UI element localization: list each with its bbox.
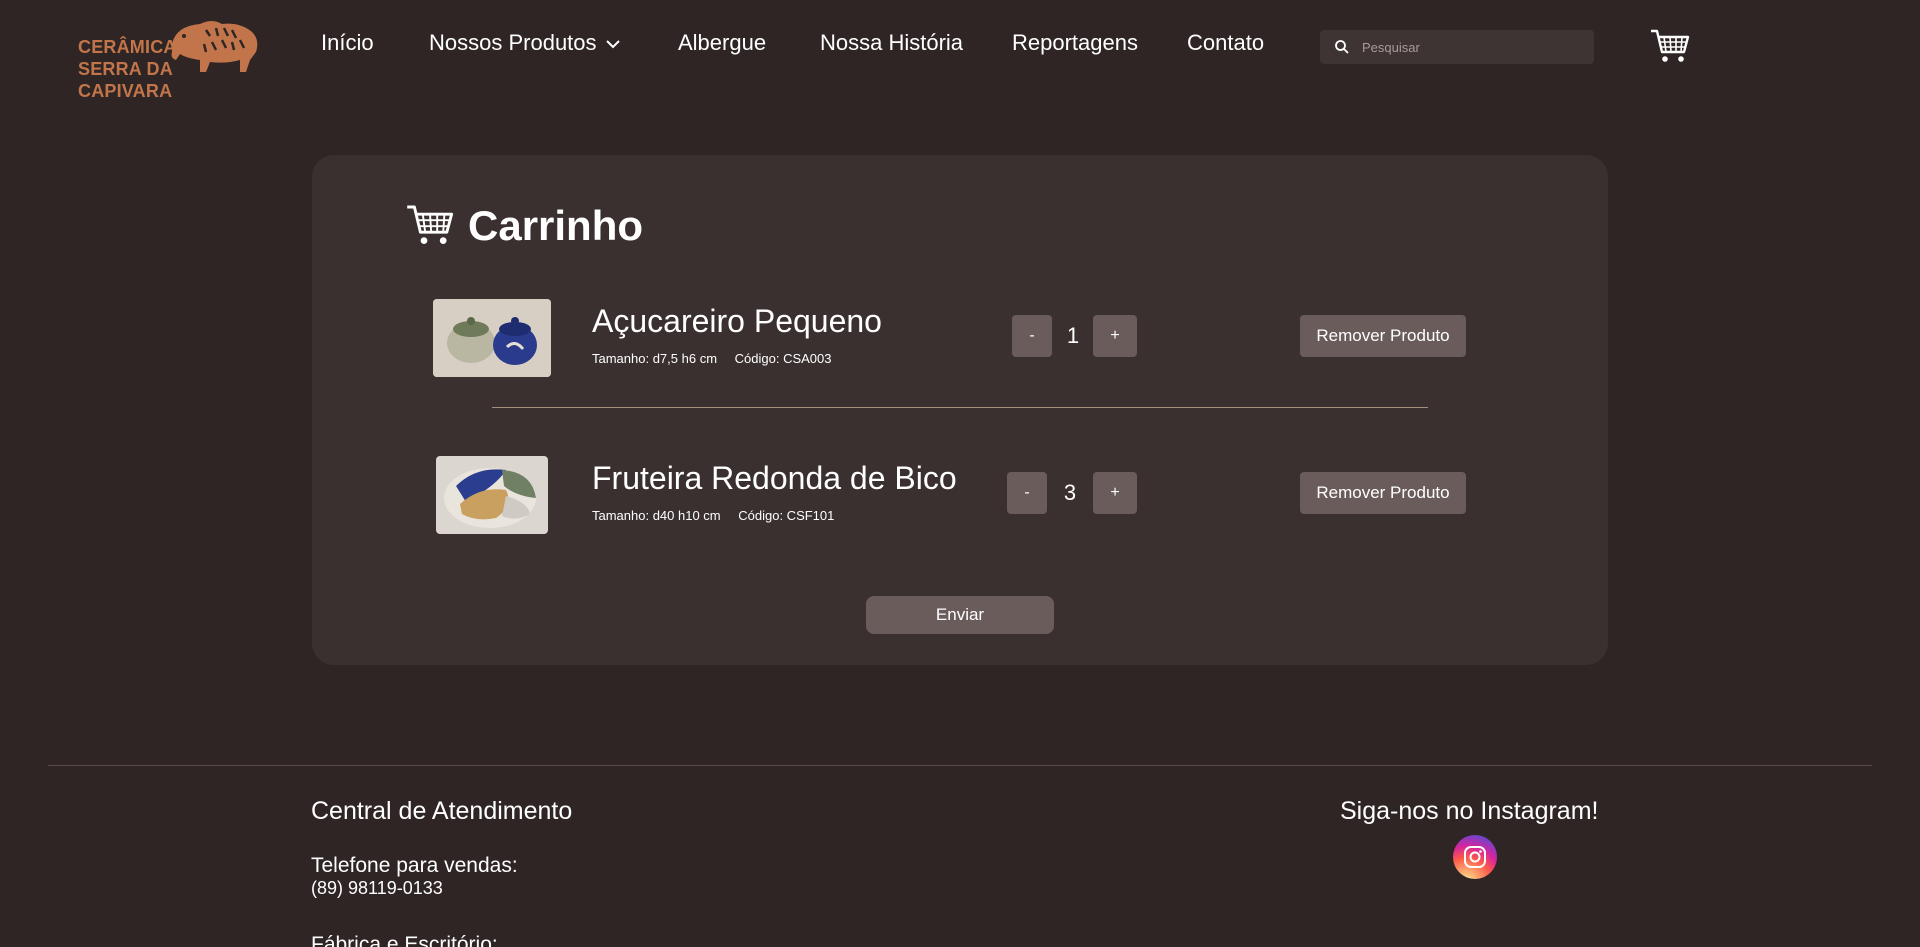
capybara-icon (171, 21, 258, 72)
nav-item-nossos-produtos[interactable]: Nossos Produtos (429, 30, 597, 56)
product-meta: Tamanho: d40 h10 cm Código: CSF101 (592, 508, 848, 523)
nav-item-albergue[interactable]: Albergue (678, 30, 766, 56)
nav-item-reportagens[interactable]: Reportagens (1012, 30, 1138, 56)
quantity-decrease-button[interactable]: - (1007, 472, 1047, 514)
instagram-icon (1464, 846, 1486, 868)
send-button[interactable]: Enviar (866, 596, 1054, 634)
site-header: CERÂMICA SERRA DA CAPIVARA Início Nossos… (0, 0, 1920, 101)
product-image[interactable] (433, 299, 551, 377)
page-title: Carrinho (468, 202, 644, 249)
cart-item: Fruteira Redonda de Bico Tamanho: d40 h1… (312, 456, 1608, 546)
product-code: Código: CSF101 (738, 508, 835, 523)
footer-phone-label: Telefone para vendas: (311, 854, 518, 877)
cart-icon[interactable] (1650, 28, 1690, 64)
nav-item-nossa-historia[interactable]: Nossa História (820, 30, 963, 56)
chevron-down-icon[interactable] (605, 39, 621, 49)
product-size: Tamanho: d7,5 h6 cm (592, 351, 718, 366)
remove-product-button[interactable]: Remover Produto (1300, 315, 1466, 357)
item-divider (492, 407, 1428, 408)
quantity-increase-button[interactable]: + (1093, 315, 1137, 357)
site-logo[interactable]: CERÂMICA SERRA DA CAPIVARA (76, 14, 262, 101)
product-meta: Tamanho: d7,5 h6 cm Código: CSA003 (592, 351, 846, 366)
product-image[interactable] (436, 456, 548, 534)
footer-service-title: Central de Atendimento (311, 797, 573, 825)
search-icon[interactable] (1334, 39, 1350, 55)
footer-divider (48, 765, 1872, 766)
cart-item: Açucareiro Pequeno Tamanho: d7,5 h6 cm C… (312, 299, 1608, 389)
cart-icon (407, 205, 454, 244)
quantity-decrease-button[interactable]: - (1012, 315, 1052, 357)
cart-panel: Carrinho Açucareiro Pequeno Tamanho: d7,… (312, 155, 1608, 665)
product-name: Fruteira Redonda de Bico (592, 460, 957, 496)
remove-product-button[interactable]: Remover Produto (1300, 472, 1466, 514)
search-input[interactable] (1362, 30, 1582, 64)
search-box (1320, 30, 1594, 64)
nav-item-contato[interactable]: Contato (1187, 30, 1264, 56)
product-size: Tamanho: d40 h10 cm (592, 508, 721, 523)
footer-factory-label: Fábrica e Escritório: (311, 933, 498, 947)
quantity-increase-button[interactable]: + (1093, 472, 1137, 514)
quantity-value: 3 (1063, 480, 1077, 505)
nav-item-inicio[interactable]: Início (321, 30, 374, 56)
product-code: Código: CSA003 (734, 351, 832, 366)
instagram-link[interactable] (1453, 835, 1497, 879)
footer-instagram-title: Siga-nos no Instagram! (1340, 797, 1599, 825)
product-name: Açucareiro Pequeno (592, 303, 882, 339)
quantity-value: 1 (1066, 323, 1080, 348)
footer-phone[interactable]: (89) 98119-0133 (311, 878, 443, 899)
